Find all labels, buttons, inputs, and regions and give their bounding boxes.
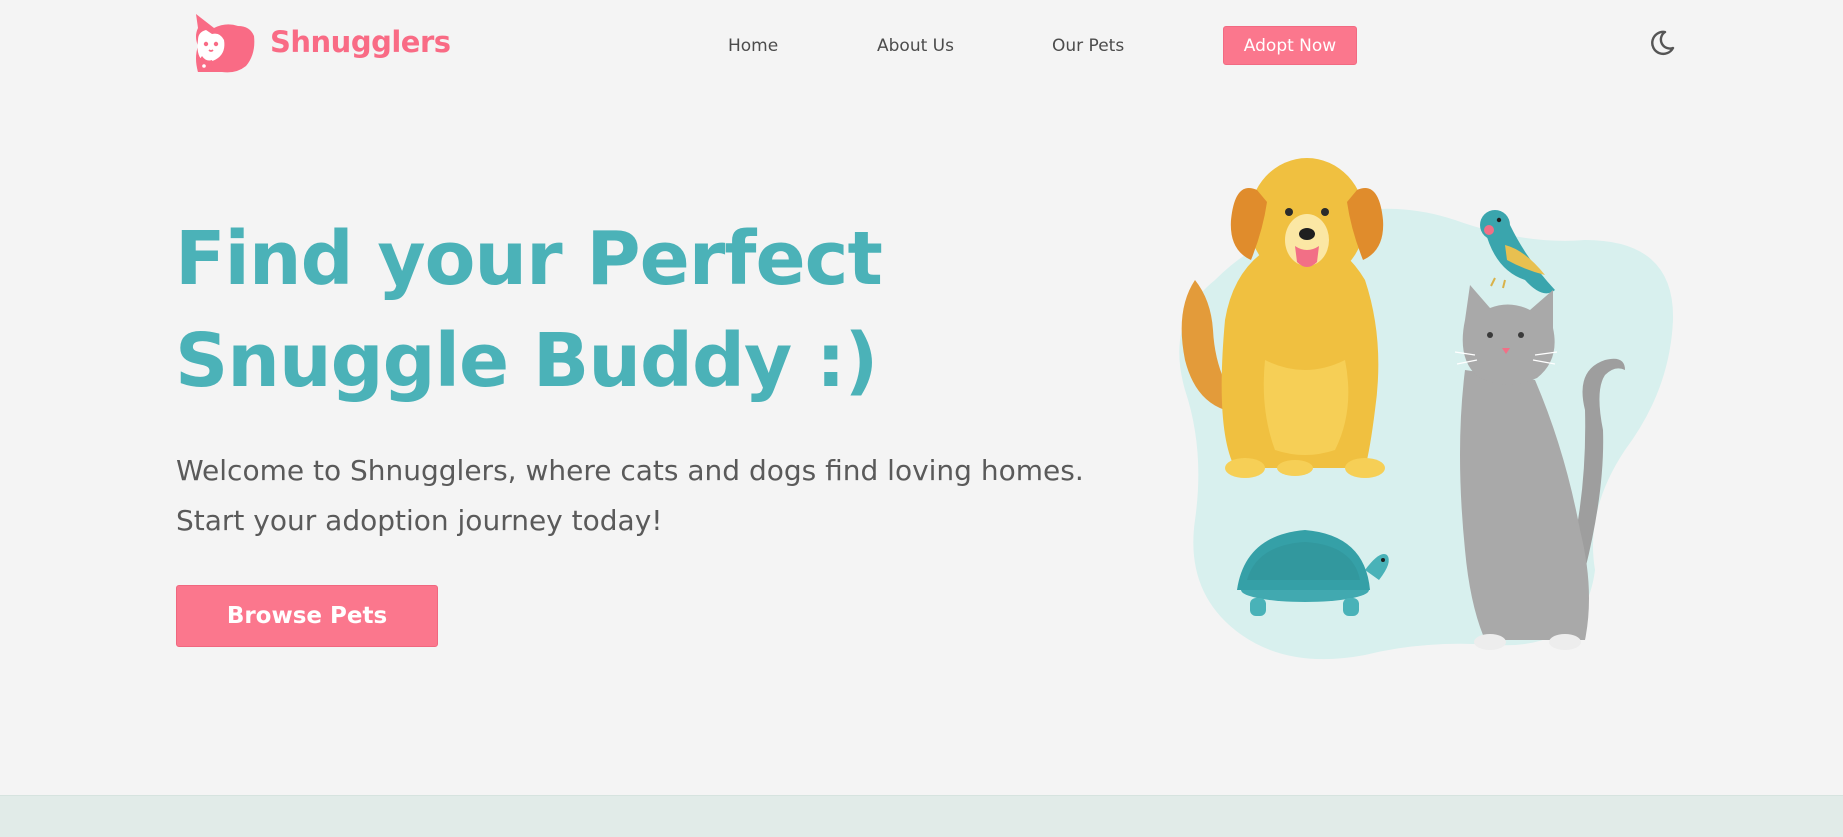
brand-logo-link[interactable]: Shnugglers — [192, 10, 451, 74]
hero-description: Welcome to Shnugglers, where cats and do… — [176, 446, 1096, 546]
nav-home-link[interactable]: Home — [728, 36, 778, 56]
moon-icon — [1651, 30, 1675, 55]
brand-name: Shnugglers — [270, 25, 451, 59]
hero-title-line-1: Find your Perfect — [175, 216, 883, 302]
adopt-now-button[interactable]: Adopt Now — [1223, 26, 1357, 65]
browse-pets-button[interactable]: Browse Pets — [176, 585, 438, 647]
hero-title-line-2: Snuggle Buddy :) — [175, 318, 878, 404]
theme-toggle-button[interactable] — [1647, 28, 1677, 58]
site-header: Shnugglers Home About Us Our Pets Adopt … — [0, 0, 1843, 90]
hero-title: Find your Perfect Snuggle Buddy :) — [175, 208, 1075, 412]
nav-our-pets-link[interactable]: Our Pets — [1052, 36, 1124, 56]
hero-description-line-2: Start your adoption journey today! — [176, 504, 663, 537]
pets-illustration — [1179, 158, 1674, 660]
nav-about-link[interactable]: About Us — [877, 36, 954, 56]
page: Shnugglers Home About Us Our Pets Adopt … — [0, 0, 1843, 837]
hero-description-line-1: Welcome to Shnugglers, where cats and do… — [176, 454, 1084, 487]
next-section-strip — [0, 795, 1843, 837]
cat-dog-logo-icon — [196, 14, 255, 73]
